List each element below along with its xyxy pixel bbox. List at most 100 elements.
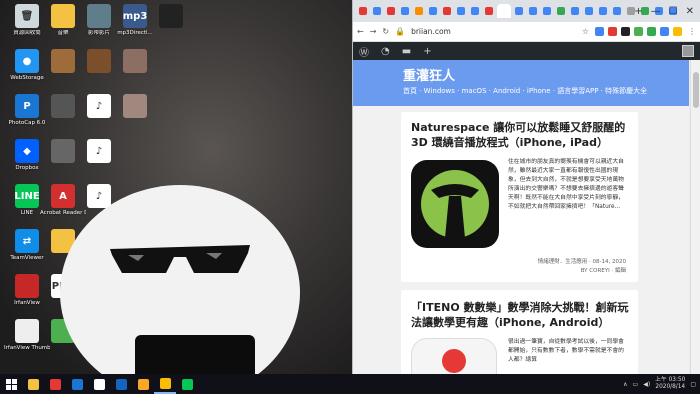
tab-favicon-icon: [529, 7, 537, 15]
desktop-icon-label: TeamViewer: [10, 255, 44, 261]
desktop-icon[interactable]: [148, 4, 194, 30]
bookmark-star-icon[interactable]: ☆: [582, 27, 589, 36]
new-post-icon[interactable]: +: [423, 46, 431, 57]
clock[interactable]: 上午 03:50 2020/8/14: [655, 377, 685, 391]
system-tray: ∧ ▭ ◀) 上午 03:50 2020/8/14 ▢: [623, 374, 696, 394]
app-icon: [123, 49, 147, 73]
app-icon: mp3: [123, 4, 147, 28]
taskbar-app[interactable]: [22, 374, 44, 394]
tab-favicon-icon: [415, 7, 423, 15]
volume-icon[interactable]: ◀): [643, 381, 650, 388]
browser-tab[interactable]: [555, 4, 567, 18]
app-icon: [87, 49, 111, 73]
browser-tab[interactable]: [427, 4, 439, 18]
browser-tab[interactable]: [455, 4, 467, 18]
browser-tab[interactable]: [469, 4, 481, 18]
browser-tab[interactable]: [527, 4, 539, 18]
app-icon: P: [15, 94, 39, 118]
tab-favicon-icon: [585, 7, 593, 15]
tab-favicon-icon: [613, 7, 621, 15]
desktop-icon[interactable]: ♪: [76, 139, 122, 165]
browser-tab[interactable]: [597, 4, 609, 18]
tab-favicon-icon: [429, 7, 437, 15]
tab-favicon-icon: [373, 7, 381, 15]
back-icon[interactable]: ←: [357, 27, 364, 36]
tab-favicon-icon: [359, 7, 367, 15]
browser-tab[interactable]: [357, 4, 369, 18]
browser-tab[interactable]: [513, 4, 525, 18]
maximize-button[interactable]: ☐: [669, 6, 678, 17]
notification-icon[interactable]: ▢: [690, 381, 696, 388]
taskbar-app[interactable]: [44, 374, 66, 394]
app-icon: ♪: [87, 139, 111, 163]
desktop-icon-label: Dropbox: [15, 165, 39, 171]
browser-tab[interactable]: [385, 4, 397, 18]
extension-icon[interactable]: [673, 27, 682, 36]
extension-icon[interactable]: [634, 27, 643, 36]
site-title[interactable]: 重灌狂人: [403, 65, 689, 84]
browser-tab[interactable]: [441, 4, 453, 18]
browser-tab[interactable]: [399, 4, 411, 18]
address-bar[interactable]: briian.com: [411, 27, 576, 36]
app-icon: [123, 94, 147, 118]
forward-icon[interactable]: →: [370, 27, 377, 36]
iteno-app-icon[interactable]: [411, 338, 497, 374]
app-icon: [15, 319, 39, 343]
app-icon: [51, 94, 75, 118]
tab-favicon-icon: [500, 7, 508, 15]
post-category[interactable]: 情緒理財．生活應用: [538, 259, 588, 265]
page-scrollbar[interactable]: [690, 60, 700, 374]
taskbar-app[interactable]: [88, 374, 110, 394]
browser-tab[interactable]: [483, 4, 495, 18]
desktop-icon[interactable]: [112, 49, 158, 75]
browser-tab[interactable]: [541, 4, 553, 18]
tray-chevron-icon[interactable]: ∧: [623, 381, 627, 388]
menu-dots-icon[interactable]: ⋮: [688, 27, 696, 36]
browser-tab[interactable]: [569, 4, 581, 18]
comments-icon[interactable]: ▬: [402, 46, 411, 57]
browser-tab[interactable]: [371, 4, 383, 18]
post-author[interactable]: BY COREYI: [581, 268, 610, 274]
start-button[interactable]: [0, 374, 22, 394]
wallpaper-suit: [135, 335, 255, 374]
dashboard-icon[interactable]: ◔: [381, 46, 390, 57]
post-meta: 情緒理財．生活應用 · 08-14, 2020 BY COREYI · 編輯: [537, 259, 626, 274]
site-nav[interactable]: 首頁 · Windows · macOS · Android · iPhone …: [403, 86, 689, 96]
browser-tab[interactable]: [583, 4, 595, 18]
reload-icon[interactable]: ↻: [382, 27, 389, 36]
wallpaper-mascot: [60, 185, 300, 374]
lock-icon[interactable]: 🔒: [395, 27, 405, 36]
close-button[interactable]: ✕: [686, 6, 694, 17]
post-title[interactable]: 「ITENO 數數樂」數學消除大挑戰！創新玩法讓數學更有趣（iPhone, An…: [411, 300, 637, 330]
taskbar-app[interactable]: [176, 374, 198, 394]
desktop-icon-label: mp3Directl...: [117, 30, 153, 36]
post-title[interactable]: Naturespace 讓你可以放鬆睡又舒服醒的 3D 環繞音播放程式（iPho…: [411, 120, 631, 150]
clock-date: 2020/8/14: [655, 384, 686, 390]
avatar[interactable]: [682, 45, 694, 57]
minimize-button[interactable]: —: [651, 6, 661, 17]
extension-icon[interactable]: [647, 27, 656, 36]
extension-icon[interactable]: [608, 27, 617, 36]
network-icon[interactable]: ▭: [633, 381, 639, 388]
taskbar-app-icon: [27, 378, 39, 390]
post-edit-link[interactable]: 編輯: [615, 268, 626, 274]
wordpress-logo-icon[interactable]: Ⓦ: [359, 44, 369, 59]
desktop-icon-label: IrfanView Thumbnails: [4, 345, 50, 351]
tab-favicon-icon: [485, 7, 493, 15]
taskbar-app[interactable]: [154, 374, 176, 394]
extension-icon[interactable]: [595, 27, 604, 36]
extension-icon[interactable]: [660, 27, 669, 36]
browser-tab[interactable]: [413, 4, 425, 18]
new-tab-button[interactable]: +: [634, 6, 642, 17]
browser-tab[interactable]: [497, 4, 511, 18]
extension-icon[interactable]: [621, 27, 630, 36]
taskbar-app[interactable]: [132, 374, 154, 394]
desktop-icon[interactable]: [112, 94, 158, 120]
wordpress-admin-bar: Ⓦ ◔ ▬ +: [353, 42, 700, 60]
naturespace-app-icon[interactable]: [411, 160, 499, 248]
desktop: 🗑 資源回收筒 音樂 影帶影片 mp3 mp3Directl... ● WebStorage P…: [0, 0, 352, 374]
app-icon: [51, 4, 75, 28]
taskbar-app[interactable]: [110, 374, 132, 394]
browser-tab[interactable]: [611, 4, 623, 18]
taskbar-app[interactable]: [66, 374, 88, 394]
